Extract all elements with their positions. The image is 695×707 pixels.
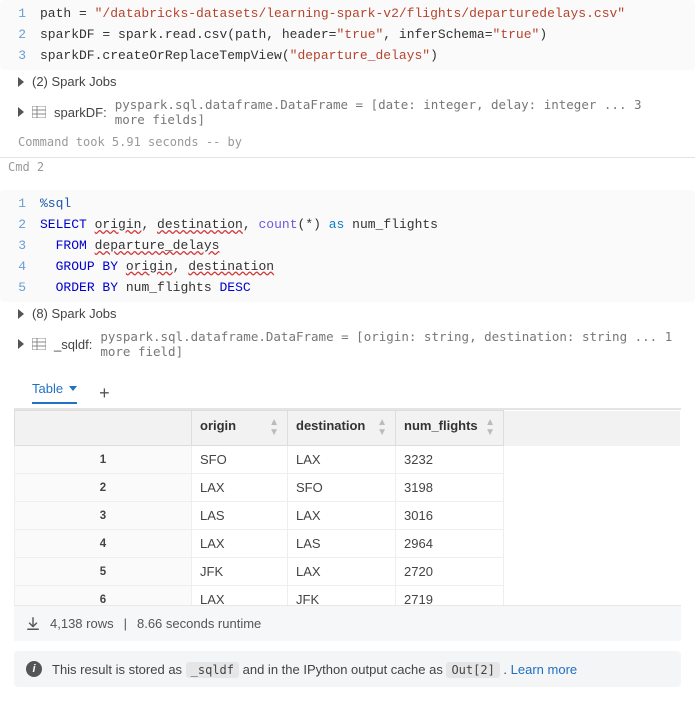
column-header-origin[interactable]: origin▲▼ [192, 411, 288, 446]
code-line: GROUP BY origin, destination [40, 257, 274, 278]
row-index: 5 [15, 558, 192, 586]
cell-origin: JFK [192, 558, 288, 586]
line-number: 3 [0, 46, 40, 67]
code-line: %sql [40, 194, 71, 215]
cell-filler [504, 502, 681, 530]
table-row[interactable]: 6LAXJFK2719 [15, 586, 681, 606]
spark-jobs-label: (8) Spark Jobs [32, 306, 117, 321]
table-row[interactable]: 5JFKLAX2720 [15, 558, 681, 586]
chip-out: Out[2] [446, 662, 499, 678]
chevron-right-icon [18, 107, 24, 117]
line-number: 2 [0, 215, 40, 236]
code-cell-1[interactable]: 1 path = "/databricks-datasets/learning-… [0, 0, 695, 70]
cell-origin: LAX [192, 530, 288, 558]
spark-jobs-toggle[interactable]: (2) Spark Jobs [0, 70, 695, 93]
chevron-right-icon [18, 339, 24, 349]
spark-jobs-toggle[interactable]: (8) Spark Jobs [0, 302, 695, 325]
line-number: 1 [0, 4, 40, 25]
tab-table[interactable]: Table [32, 381, 77, 404]
cell-num-flights: 3016 [396, 502, 504, 530]
cell-origin: LAX [192, 474, 288, 502]
add-tab-button[interactable]: + [99, 384, 110, 402]
result-tabs: Table + [14, 371, 681, 410]
column-header-num-flights[interactable]: num_flights▲▼ [396, 411, 504, 446]
cell-num-flights: 2720 [396, 558, 504, 586]
cell-num-flights: 3232 [396, 446, 504, 474]
code-line: FROM departure_delays [40, 236, 219, 257]
tab-label: Table [32, 381, 63, 396]
separator: | [124, 616, 127, 631]
cell-origin: LAX [192, 586, 288, 606]
chip-sqldf: _sqldf [186, 662, 239, 678]
dataframe-var: sparkDF: [54, 105, 107, 120]
info-text: This result is stored as _sqldf and in t… [52, 662, 577, 677]
code-cell-2[interactable]: 1 %sql 2 SELECT origin, destination, cou… [0, 190, 695, 302]
line-number: 4 [0, 257, 40, 278]
dataframe-icon [32, 338, 46, 350]
result-footer: 4,138 rows | 8.66 seconds runtime [14, 605, 681, 641]
sort-icon: ▲▼ [377, 418, 387, 438]
cell-filler [504, 586, 681, 606]
cell-filler [504, 558, 681, 586]
result-table-wrap[interactable]: origin▲▼ destination▲▼ num_flights▲▼ 1SF… [14, 410, 681, 605]
cell-origin: SFO [192, 446, 288, 474]
dataframe-icon [32, 106, 46, 118]
cell-destination: LAX [288, 446, 396, 474]
table-row[interactable]: 4LAXLAS2964 [15, 530, 681, 558]
download-icon[interactable] [26, 617, 40, 631]
line-number: 5 [0, 278, 40, 299]
chevron-down-icon [69, 386, 77, 391]
row-index: 4 [15, 530, 192, 558]
cell-destination: JFK [288, 586, 396, 606]
column-filler [504, 411, 681, 446]
learn-more-link[interactable]: Learn more [511, 662, 577, 677]
cell-filler [504, 474, 681, 502]
info-banner: i This result is stored as _sqldf and in… [14, 651, 681, 687]
dataframe-schema-toggle[interactable]: _sqldf: pyspark.sql.dataframe.DataFrame … [0, 325, 695, 363]
dataframe-schema-toggle[interactable]: sparkDF: pyspark.sql.dataframe.DataFrame… [0, 93, 695, 131]
info-icon: i [26, 661, 42, 677]
cell-num-flights: 2964 [396, 530, 504, 558]
row-index: 1 [15, 446, 192, 474]
cell-divider: Cmd 2 [0, 157, 695, 176]
chevron-right-icon [18, 309, 24, 319]
cell-filler [504, 446, 681, 474]
table-row[interactable]: 3LASLAX3016 [15, 502, 681, 530]
cell-destination: LAX [288, 502, 396, 530]
rows-count: 4,138 rows [50, 616, 114, 631]
row-index: 3 [15, 502, 192, 530]
row-index: 2 [15, 474, 192, 502]
dataframe-schema: pyspark.sql.dataframe.DataFrame = [origi… [100, 329, 677, 359]
cell-origin: LAS [192, 502, 288, 530]
cell-destination: SFO [288, 474, 396, 502]
code-line: sparkDF.createOrReplaceTempView("departu… [40, 46, 438, 67]
code-line: sparkDF = spark.read.csv(path, header="t… [40, 25, 547, 46]
column-header-destination[interactable]: destination▲▼ [288, 411, 396, 446]
cell-destination: LAS [288, 530, 396, 558]
spark-jobs-label: (2) Spark Jobs [32, 74, 117, 89]
dataframe-var: _sqldf: [54, 337, 92, 352]
result-table: origin▲▼ destination▲▼ num_flights▲▼ 1SF… [14, 410, 681, 605]
cell-destination: LAX [288, 558, 396, 586]
cell-filler [504, 530, 681, 558]
execution-time: Command took 5.91 seconds -- by [0, 131, 695, 157]
code-line: SELECT origin, destination, count(*) as … [40, 215, 438, 236]
cell-num-flights: 2719 [396, 586, 504, 606]
row-index: 6 [15, 586, 192, 606]
dataframe-schema: pyspark.sql.dataframe.DataFrame = [date:… [115, 97, 677, 127]
table-row[interactable]: 2LAXSFO3198 [15, 474, 681, 502]
line-number: 3 [0, 236, 40, 257]
runtime-label: 8.66 seconds runtime [137, 616, 261, 631]
code-line: path = "/databricks-datasets/learning-sp… [40, 4, 625, 25]
sort-icon: ▲▼ [269, 418, 279, 438]
cell-num-flights: 3198 [396, 474, 504, 502]
line-number: 2 [0, 25, 40, 46]
chevron-right-icon [18, 77, 24, 87]
line-number: 1 [0, 194, 40, 215]
code-line: ORDER BY num_flights DESC [40, 278, 251, 299]
table-row[interactable]: 1SFOLAX3232 [15, 446, 681, 474]
column-header-index[interactable] [15, 411, 192, 446]
sort-icon: ▲▼ [485, 418, 495, 438]
